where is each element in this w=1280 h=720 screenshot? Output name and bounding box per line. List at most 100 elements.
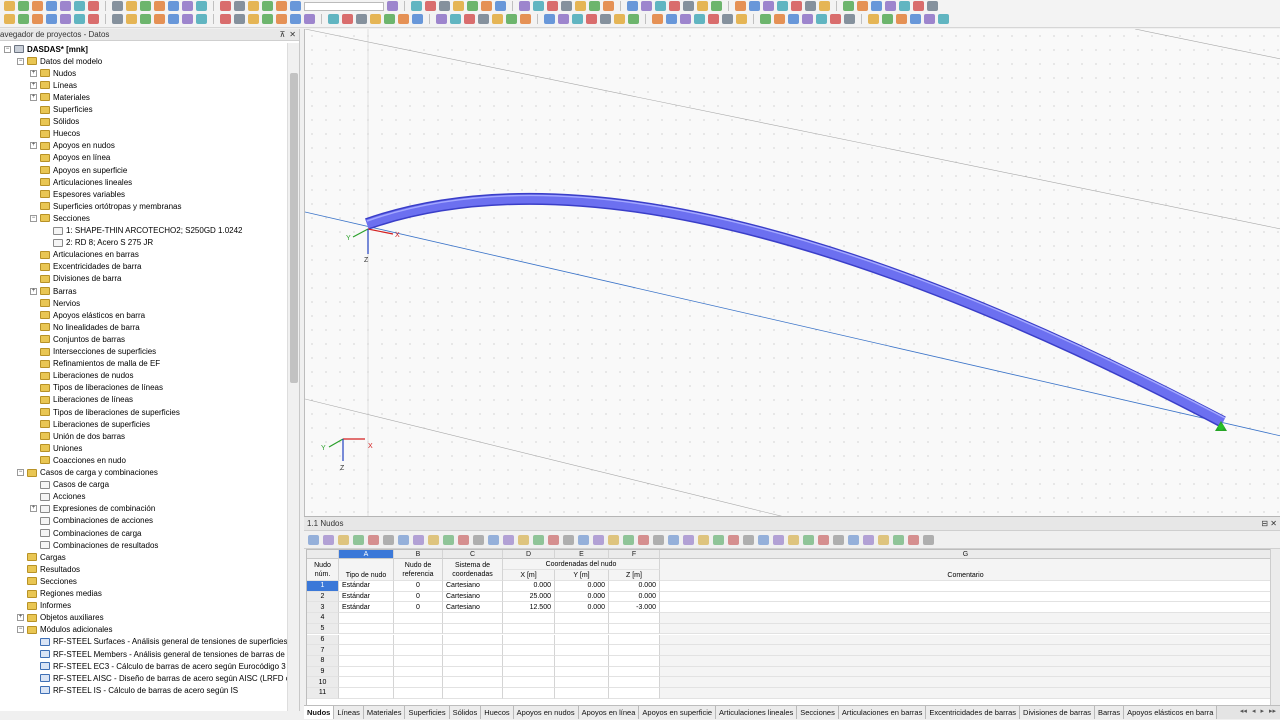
- scrollbar-thumb[interactable]: [290, 73, 298, 383]
- table-cell[interactable]: [503, 645, 555, 656]
- tree-item[interactable]: RF-STEEL Surfaces - Análisis general de …: [30, 636, 287, 648]
- table-tab[interactable]: Barras: [1095, 706, 1125, 719]
- table-tab[interactable]: Apoyos en línea: [578, 706, 640, 719]
- tree-item[interactable]: + Apoyos en nudos: [30, 140, 115, 152]
- toolbar-button-icon[interactable]: [561, 1, 572, 11]
- column-letter-header[interactable]: E: [555, 550, 609, 559]
- tree-item[interactable]: Sólidos: [30, 116, 79, 128]
- toolbar-button-icon[interactable]: [384, 14, 395, 24]
- toolbar-button-icon[interactable]: [196, 14, 207, 24]
- table-cell[interactable]: [394, 655, 443, 667]
- tree-item[interactable]: Conjuntos de barras: [30, 333, 125, 345]
- table-cell[interactable]: Estándar: [339, 591, 394, 603]
- toolbar-button-icon[interactable]: [154, 14, 165, 24]
- toolbar-button-icon[interactable]: [126, 1, 137, 11]
- table-toolbar-button-icon[interactable]: [668, 534, 679, 545]
- tree-item[interactable]: Liberaciones de líneas: [30, 394, 133, 406]
- column-letter-header[interactable]: B: [394, 550, 443, 559]
- toolbar-button-icon[interactable]: [436, 14, 447, 24]
- table-cell[interactable]: [609, 645, 660, 656]
- table-cell[interactable]: [609, 677, 660, 688]
- table-toolbar-button-icon[interactable]: [353, 534, 364, 545]
- curved-beam-outline[interactable]: [365, 192, 1226, 428]
- row-number[interactable]: 1: [307, 581, 339, 592]
- table-cell[interactable]: [443, 688, 503, 699]
- table-cell[interactable]: Cartesiano: [443, 591, 503, 603]
- toolbar-button-icon[interactable]: [791, 1, 802, 11]
- table-cell[interactable]: [503, 634, 555, 646]
- toolbar-button-icon[interactable]: [882, 14, 893, 24]
- tab-scroll-arrow-icon[interactable]: ◂: [1252, 707, 1256, 715]
- table-cell[interactable]: 12.500: [503, 602, 555, 614]
- row-number[interactable]: 10: [307, 677, 339, 688]
- toolbar-button-icon[interactable]: [749, 1, 760, 11]
- table-tab[interactable]: Sólidos: [449, 706, 482, 719]
- toolbar-button-icon[interactable]: [641, 1, 652, 11]
- toolbar-button-icon[interactable]: [572, 14, 583, 24]
- toolbar-button-icon[interactable]: [683, 1, 694, 11]
- expand-icon[interactable]: +: [30, 69, 37, 77]
- table-cell[interactable]: -3.000: [609, 602, 660, 614]
- tree-item[interactable]: Articulaciones en barras: [30, 249, 139, 261]
- table-toolbar-button-icon[interactable]: [833, 534, 844, 545]
- toolbar-button-icon[interactable]: [168, 1, 179, 11]
- tree-item[interactable]: Combinaciones de acciones: [30, 515, 153, 527]
- toolbar-button-icon[interactable]: [575, 1, 586, 11]
- toolbar-button-icon[interactable]: [924, 14, 935, 24]
- tree-item[interactable]: − Módulos adicionales: [17, 624, 113, 636]
- toolbar-button-icon[interactable]: [844, 14, 855, 24]
- column-letter-header[interactable]: C: [443, 550, 503, 559]
- toolbar-button-icon[interactable]: [342, 14, 353, 24]
- tree-item[interactable]: Liberaciones de superficies: [30, 418, 150, 430]
- tree-item[interactable]: + Expresiones de combinación: [30, 503, 155, 515]
- collapse-icon[interactable]: −: [17, 57, 24, 65]
- toolbar-button-icon[interactable]: [666, 14, 677, 24]
- table-cell[interactable]: [339, 688, 394, 699]
- table-toolbar-button-icon[interactable]: [638, 534, 649, 545]
- toolbar-button-icon[interactable]: [788, 14, 799, 24]
- table-cell[interactable]: [339, 677, 394, 688]
- table-toolbar-button-icon[interactable]: [683, 534, 694, 545]
- model-drawing[interactable]: X Y Z X Y Z: [305, 29, 1280, 516]
- table-cell[interactable]: 0.000: [555, 602, 609, 614]
- row-number[interactable]: 8: [307, 655, 339, 667]
- toolbar-button-icon[interactable]: [18, 14, 29, 24]
- table-cell[interactable]: [660, 677, 1270, 688]
- column-letter-header[interactable]: F: [609, 550, 660, 559]
- navigator-scrollbar[interactable]: [287, 43, 299, 711]
- tree-item[interactable]: RF-STEEL EC3 - Cálculo de barras de acer…: [30, 660, 286, 672]
- table-cell[interactable]: [394, 688, 443, 699]
- toolbar-button-icon[interactable]: [398, 14, 409, 24]
- toolbar-button-icon[interactable]: [711, 1, 722, 11]
- nodes-table[interactable]: A B C D E F G Nudo núm. Tipo de nudo Nudo de refe…: [306, 549, 1271, 709]
- table-tab[interactable]: Divisiones de barras: [1020, 706, 1095, 719]
- table-cell[interactable]: [503, 666, 555, 678]
- table-toolbar-button-icon[interactable]: [758, 534, 769, 545]
- toolbar-button-icon[interactable]: [88, 14, 99, 24]
- table-cell[interactable]: [394, 623, 443, 635]
- table-cell[interactable]: Estándar: [339, 602, 394, 614]
- toolbar-button-icon[interactable]: [46, 1, 57, 11]
- table-toolbar-button-icon[interactable]: [383, 534, 394, 545]
- table-cell[interactable]: [503, 655, 555, 667]
- tree-item[interactable]: + Líneas: [30, 79, 77, 91]
- toolbar-button-icon[interactable]: [262, 1, 273, 11]
- table-cell[interactable]: [443, 645, 503, 656]
- toolbar-button-icon[interactable]: [74, 14, 85, 24]
- toolbar-button-icon[interactable]: [805, 1, 816, 11]
- tree-item[interactable]: Combinaciones de carga: [30, 527, 142, 539]
- table-cell[interactable]: [394, 645, 443, 656]
- table-cell[interactable]: [609, 666, 660, 678]
- table-toolbar-button-icon[interactable]: [488, 534, 499, 545]
- toolbar-button-icon[interactable]: [896, 14, 907, 24]
- table-cell[interactable]: [609, 655, 660, 667]
- table-cell[interactable]: [555, 688, 609, 699]
- table-toolbar-button-icon[interactable]: [788, 534, 799, 545]
- toolbar-button-icon[interactable]: [464, 14, 475, 24]
- tree-item[interactable]: Espesores variables: [30, 188, 125, 200]
- table-cell[interactable]: [660, 581, 1270, 592]
- toolbar-button-icon[interactable]: [481, 1, 492, 11]
- tree-item[interactable]: + Materiales: [30, 91, 90, 103]
- table-cell[interactable]: 0: [394, 602, 443, 614]
- tree-item[interactable]: No linealidades de barra: [30, 321, 140, 333]
